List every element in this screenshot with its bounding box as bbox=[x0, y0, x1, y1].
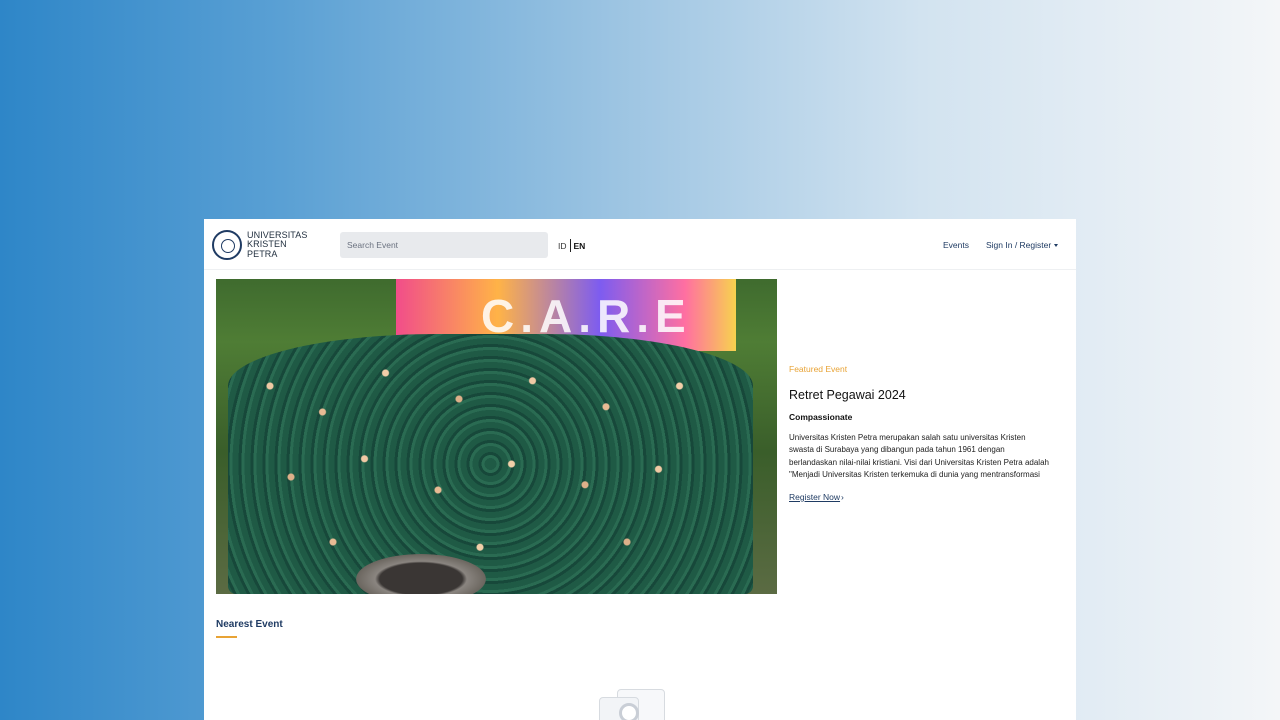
university-logo[interactable]: UNIVERSITAS KRISTEN PETRA bbox=[212, 230, 307, 260]
empty-state-illustration bbox=[597, 687, 673, 720]
chevron-down-icon bbox=[1054, 243, 1059, 247]
lang-separator bbox=[569, 239, 571, 252]
browser-page: UNIVERSITAS KRISTEN PETRA ID EN Events S… bbox=[204, 219, 1076, 720]
featured-event-title: Retret Pegawai 2024 bbox=[789, 388, 906, 402]
logo-line-3: PETRA bbox=[247, 248, 278, 259]
magnifier-icon bbox=[619, 703, 639, 720]
heading-underline bbox=[216, 636, 237, 638]
sign-in-register-label: Sign In / Register bbox=[986, 240, 1052, 250]
register-now-label: Register Now bbox=[789, 492, 841, 502]
sign-in-register-dropdown[interactable]: Sign In / Register bbox=[986, 240, 1059, 250]
lang-en-option[interactable]: EN bbox=[574, 241, 586, 251]
group-photo-crowd bbox=[228, 334, 753, 594]
featured-event-description: Universitas Kristen Petra merupakan sala… bbox=[789, 433, 1049, 480]
top-navbar: UNIVERSITAS KRISTEN PETRA ID EN Events S… bbox=[204, 219, 1076, 270]
nearest-event-heading: Nearest Event bbox=[216, 619, 283, 630]
language-switcher: ID EN bbox=[558, 239, 585, 252]
nearest-event-section: Nearest Event bbox=[216, 619, 283, 638]
featured-event-panel: Featured Event Retret Pegawai 2024 Compa… bbox=[789, 364, 1049, 505]
logo-wordmark: UNIVERSITAS KRISTEN PETRA bbox=[247, 230, 307, 260]
featured-event-tag: Featured Event bbox=[789, 364, 848, 374]
featured-event-subtitle: Compassionate bbox=[789, 412, 853, 422]
university-seal-icon bbox=[212, 230, 242, 260]
chevron-right-icon: › bbox=[841, 492, 844, 502]
register-now-link[interactable]: Register Now› bbox=[789, 492, 844, 502]
search-event-input[interactable] bbox=[340, 232, 548, 258]
nav-events-link[interactable]: Events bbox=[943, 240, 969, 250]
featured-event-image[interactable]: C.A.R.E bbox=[216, 279, 777, 594]
lang-id-option[interactable]: ID bbox=[558, 241, 567, 251]
